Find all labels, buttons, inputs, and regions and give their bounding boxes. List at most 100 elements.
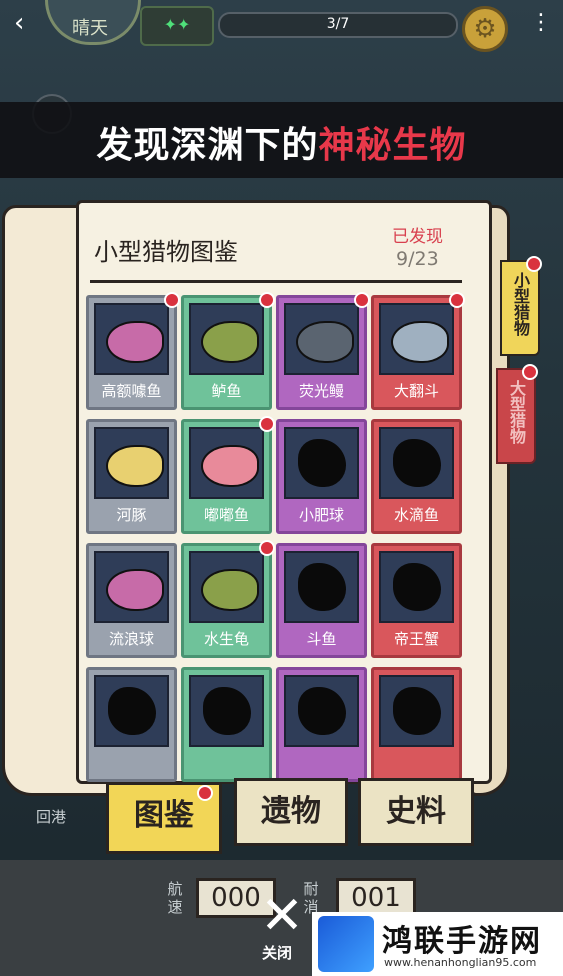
creature-portrait — [284, 427, 359, 499]
tab-large-prey-label: 大型猎物 — [507, 380, 526, 444]
watermark-title: 鸿联手游网 — [382, 924, 542, 959]
creature-portrait — [379, 427, 454, 499]
creature-card[interactable] — [371, 667, 462, 782]
status-badge: ✦✦ — [140, 6, 214, 46]
creature-portrait — [284, 303, 359, 375]
creature-card[interactable]: 水生龟 — [181, 540, 275, 658]
silhouette-icon — [298, 687, 346, 735]
creature-name: 大翻斗 — [393, 382, 439, 400]
found-label: 已发现 — [392, 227, 443, 247]
creature-name: 水滴鱼 — [393, 506, 439, 524]
creature-portrait — [189, 303, 264, 375]
creature-portrait — [379, 303, 454, 375]
creature-name: 嘟嘟鱼 — [203, 506, 249, 524]
tab-small-prey[interactable]: 小型猎物 — [500, 256, 542, 356]
weather-dial: 晴天 — [45, 0, 141, 45]
creature-portrait — [379, 675, 454, 747]
banner-text-white: 发现深渊下的 — [96, 125, 319, 166]
creature-card[interactable]: 鲈鱼 — [181, 292, 275, 410]
watermark-logo-icon — [318, 916, 374, 972]
tab-large-prey[interactable]: 大型猎物 — [496, 364, 538, 464]
close-icon[interactable]: ✕ — [258, 890, 306, 942]
more-icon[interactable]: ⋮ — [530, 10, 552, 35]
creature-name: 高额噱鱼 — [101, 382, 162, 400]
new-dot — [259, 292, 275, 308]
silhouette-icon — [298, 563, 346, 611]
new-dot — [164, 292, 180, 308]
creature-card[interactable]: 水滴鱼 — [371, 419, 462, 534]
tab-codex-label: 图鉴 — [134, 798, 194, 833]
new-dot — [526, 256, 542, 272]
creature-art-icon — [106, 445, 164, 487]
watermark: 鸿联手游网 www.henanhonglian95.com — [312, 912, 563, 976]
new-dot — [449, 292, 465, 308]
creature-name: 水生龟 — [203, 630, 249, 648]
new-dot — [522, 364, 538, 380]
new-dot — [259, 540, 275, 556]
tab-relics[interactable]: 遗物 — [234, 778, 348, 846]
creature-name: 小肥球 — [298, 506, 344, 524]
promo-banner: 发现深渊下的神秘生物 — [0, 102, 563, 178]
tab-relics-label: 遗物 — [261, 794, 321, 829]
creature-portrait — [284, 551, 359, 623]
creature-art-icon — [106, 321, 164, 363]
creature-card[interactable]: 高额噱鱼 — [86, 292, 180, 410]
new-dot — [259, 416, 275, 432]
tab-small-prey-label: 小型猎物 — [511, 272, 530, 336]
creature-portrait — [379, 551, 454, 623]
story-progress: 3/7 — [218, 12, 458, 38]
weather-label: 晴天 — [72, 18, 108, 39]
harbor-label: 回港 — [36, 808, 67, 826]
creature-portrait — [94, 675, 169, 747]
close-label[interactable]: 关闭 — [262, 942, 292, 963]
creature-portrait — [94, 427, 169, 499]
progress-text: 3/7 — [326, 16, 350, 32]
gear-icon[interactable]: ⚙ — [462, 6, 508, 52]
creature-portrait — [94, 303, 169, 375]
creature-art-icon — [201, 569, 259, 611]
tab-history-label: 史料 — [386, 794, 446, 829]
creature-card[interactable]: 大翻斗 — [371, 292, 465, 410]
silhouette-icon — [108, 687, 156, 735]
creature-grid: 高额噱鱼 鲈鱼 荧光鳗 大翻斗河豚 嘟嘟鱼 小肥球 水滴鱼流浪球 水生龟 斗鱼 帝王蟹 — [86, 292, 466, 782]
creature-portrait — [189, 427, 264, 499]
creature-card[interactable] — [276, 667, 367, 782]
silhouette-icon — [393, 439, 441, 487]
creature-art-icon — [201, 321, 259, 363]
creature-name: 帝王蟹 — [393, 630, 439, 648]
back-arrow-icon[interactable]: ‹ — [14, 8, 42, 38]
page-title: 小型猎物图鉴 — [94, 238, 238, 266]
found-count: 9/23 — [396, 248, 439, 270]
creature-portrait — [189, 675, 264, 747]
top-bar: ‹ 晴天 ✦✦ 3/7 ⚙ ⋮ — [0, 0, 563, 52]
title-divider — [90, 280, 462, 283]
creature-name: 河豚 — [116, 506, 147, 524]
creature-art-icon — [106, 569, 164, 611]
silhouette-icon — [393, 563, 441, 611]
creature-art-icon — [201, 445, 259, 487]
creature-card[interactable]: 嘟嘟鱼 — [181, 416, 275, 534]
creature-name: 斗鱼 — [306, 630, 337, 648]
silhouette-icon — [298, 439, 346, 487]
creature-card[interactable]: 河豚 — [86, 419, 177, 534]
creature-card[interactable]: 斗鱼 — [276, 543, 367, 658]
creature-art-icon — [391, 321, 449, 363]
creature-portrait — [189, 551, 264, 623]
creature-art-icon — [296, 321, 354, 363]
creature-card[interactable]: 流浪球 — [86, 543, 177, 658]
creature-portrait — [284, 675, 359, 747]
tab-history[interactable]: 史料 — [358, 778, 474, 846]
creature-card[interactable]: 帝王蟹 — [371, 543, 462, 658]
creature-card[interactable] — [181, 667, 272, 782]
creature-name: 荧光鳗 — [298, 382, 344, 400]
creature-card[interactable]: 荧光鳗 — [276, 292, 370, 410]
tab-codex[interactable]: 图鉴 — [106, 782, 222, 854]
speed-label: 航速 — [167, 880, 183, 916]
creature-portrait — [94, 551, 169, 623]
creature-card[interactable] — [86, 667, 177, 782]
banner-text-red: 神秘生物 — [318, 125, 467, 166]
creature-card[interactable]: 小肥球 — [276, 419, 367, 534]
silhouette-icon — [203, 687, 251, 735]
creature-name: 鲈鱼 — [211, 382, 242, 400]
new-dot — [197, 785, 213, 801]
